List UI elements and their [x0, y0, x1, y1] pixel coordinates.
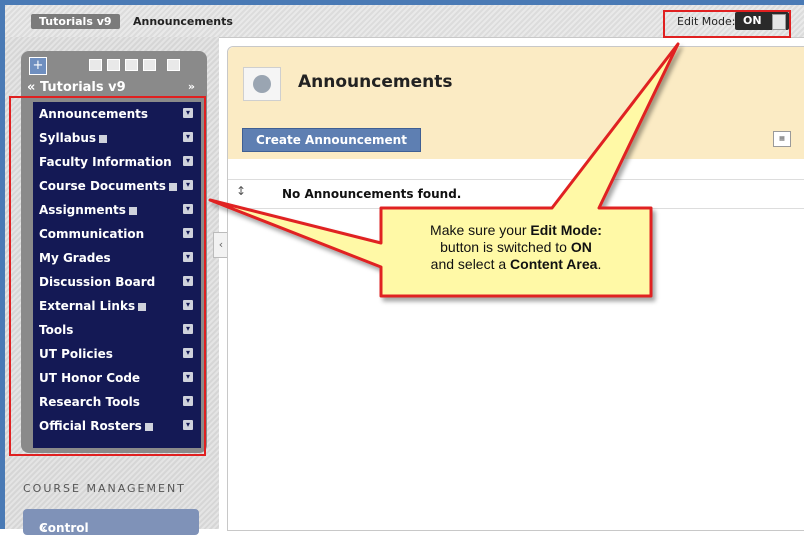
grid-view-icon[interactable]	[167, 59, 180, 71]
window-icon[interactable]	[125, 59, 138, 71]
reorder-icon[interactable]: ↕	[236, 184, 246, 198]
edit-mode-highlight	[663, 10, 791, 38]
menu-toolbar: +	[27, 56, 201, 78]
empty-message: No Announcements found.	[282, 187, 462, 201]
control-panel-label: Control Panel	[39, 521, 89, 549]
content-header: Announcements Create Announcement ▦	[228, 47, 804, 159]
course-menu-title-text: Tutorials v9	[39, 80, 126, 95]
folder-view-icon[interactable]	[107, 59, 120, 71]
chevron-right-icon[interactable]: »	[188, 80, 195, 93]
empty-message-row: ↕ No Announcements found.	[228, 179, 804, 209]
breadcrumb-course[interactable]: Tutorials v9	[31, 14, 120, 29]
breadcrumb-page: Announcements	[133, 15, 233, 28]
content-area: Announcements Create Announcement ▦ ↕ No…	[227, 46, 804, 531]
list-view-icon[interactable]	[89, 59, 102, 71]
course-management-heading: COURSE MANAGEMENT	[23, 482, 186, 495]
plus-icon[interactable]: +	[29, 57, 47, 75]
page-title: Announcements	[298, 72, 453, 92]
callout-text: Make sure your Edit Mode: button is swit…	[430, 222, 602, 272]
course-menu-highlight	[9, 96, 206, 456]
control-panel-header[interactable]: « Control Panel	[23, 509, 199, 549]
refresh-icon[interactable]	[143, 59, 156, 71]
speaker-icon	[243, 67, 281, 101]
create-announcement-button[interactable]: Create Announcement	[242, 128, 421, 152]
grid-view-icon[interactable]: ▦	[773, 131, 791, 147]
